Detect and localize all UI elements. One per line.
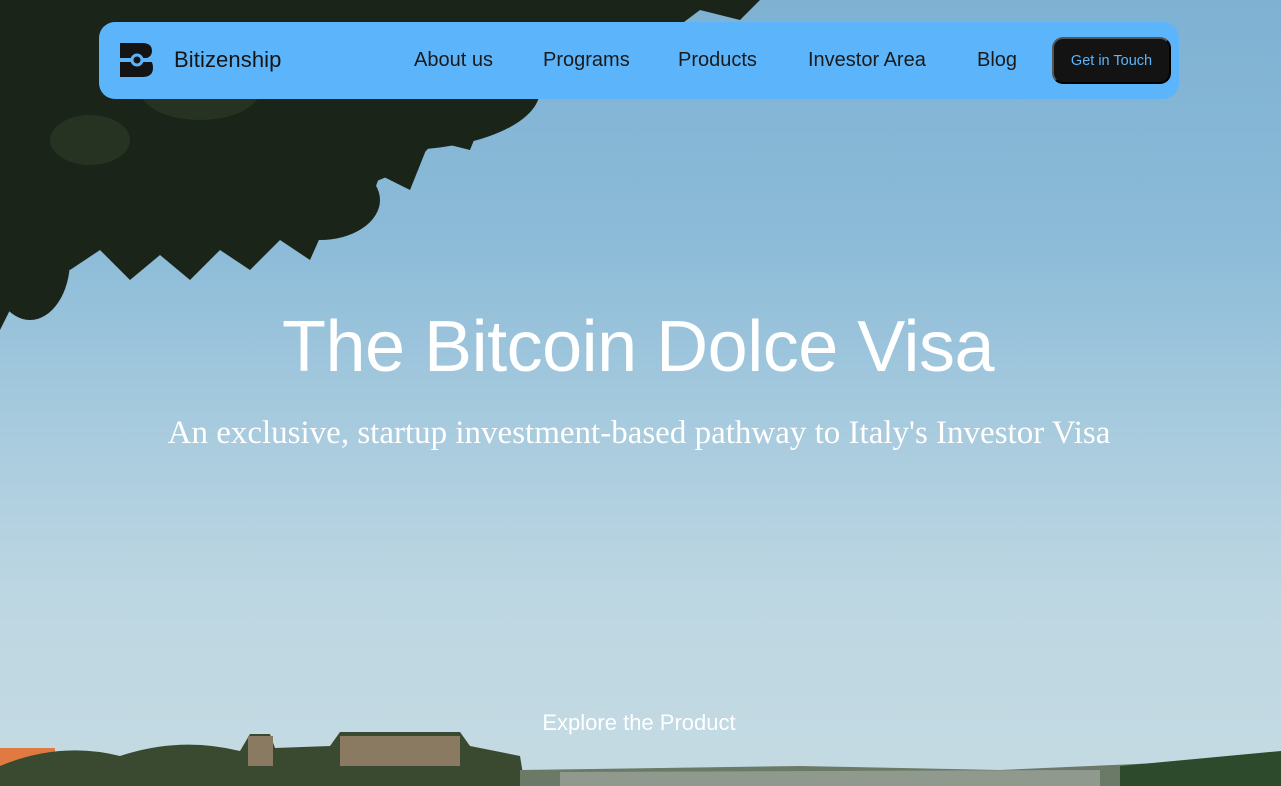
- nav-link-about-us[interactable]: About us: [414, 49, 493, 72]
- hero-subtitle: An exclusive, startup investment-based p…: [167, 415, 1111, 451]
- nav-link-blog[interactable]: Blog: [977, 49, 1017, 72]
- hero-background-image: [0, 0, 1281, 786]
- bitizenship-logo-icon[interactable]: [120, 43, 154, 77]
- nav-link-investor-area[interactable]: Investor Area: [808, 49, 926, 72]
- top-navigation-bar: Bitizenship About us Programs Products I…: [99, 22, 1179, 99]
- explore-product-link[interactable]: Explore the Product: [0, 710, 1278, 736]
- nav-link-programs[interactable]: Programs: [543, 49, 630, 72]
- nav-link-products[interactable]: Products: [678, 49, 757, 72]
- brand-name[interactable]: Bitizenship: [174, 47, 282, 73]
- get-in-touch-button[interactable]: Get in Touch: [1052, 37, 1171, 84]
- hero-title: The Bitcoin Dolce Visa: [281, 307, 995, 387]
